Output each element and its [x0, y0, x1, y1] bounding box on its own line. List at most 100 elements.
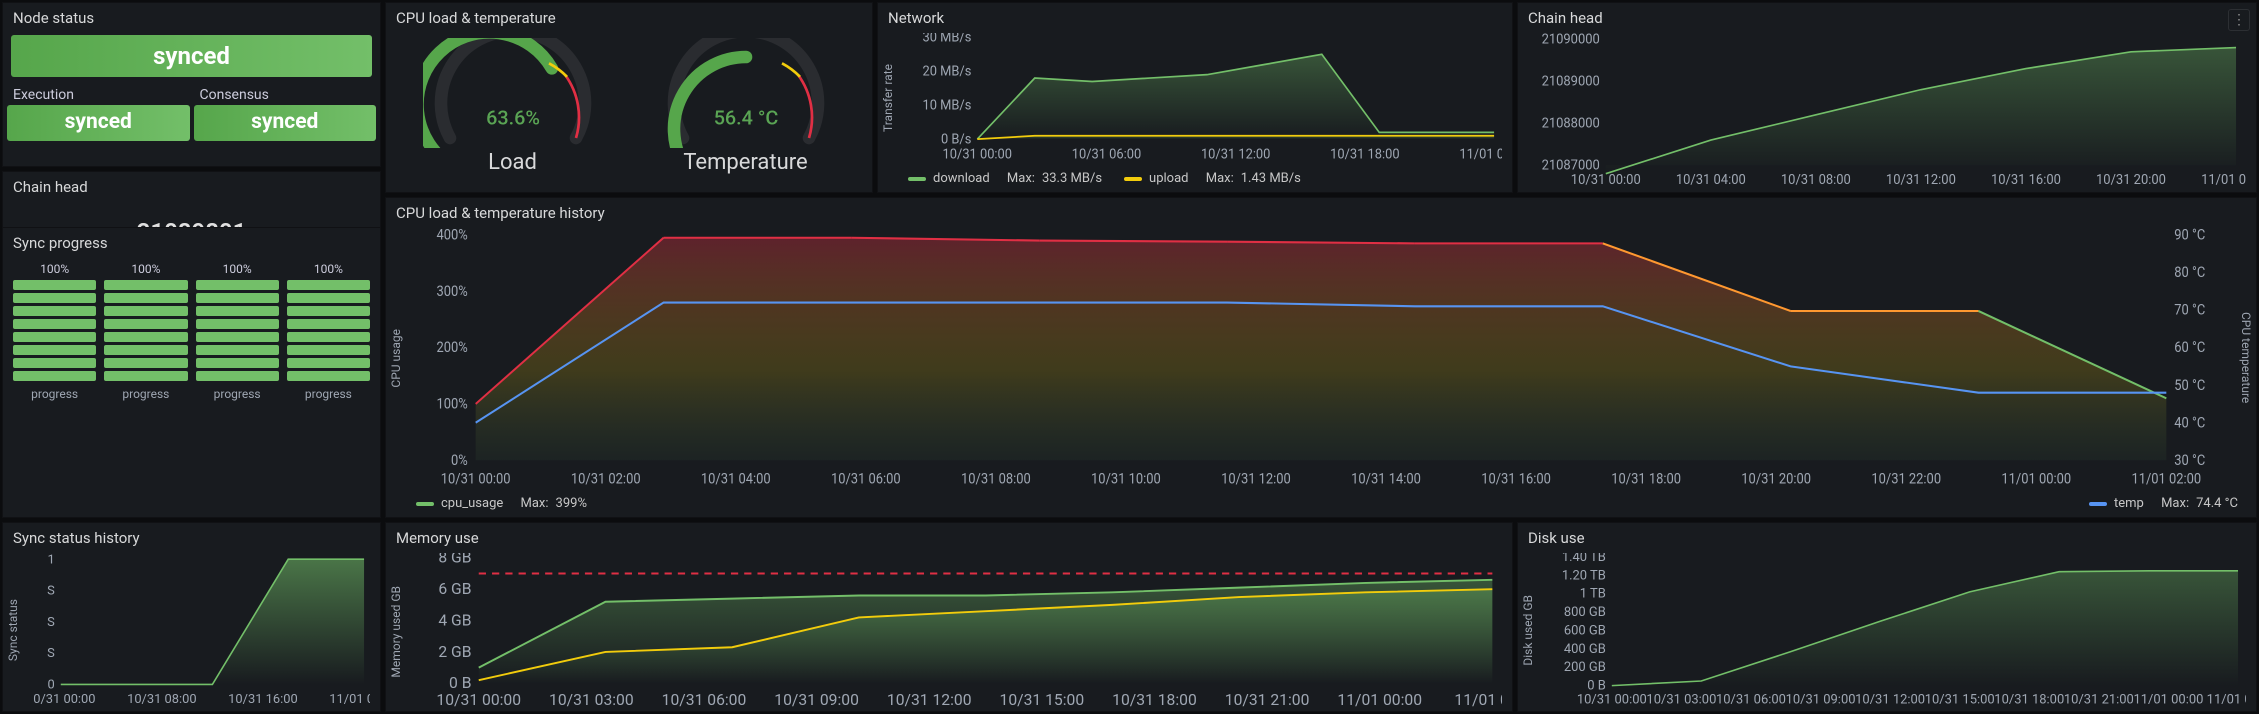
sync-label: progress — [196, 387, 279, 401]
svg-text:11/01 03:0: 11/01 03:0 — [2207, 693, 2246, 708]
sync-progress-grid: 100%progress100%progress100%progress100%… — [3, 254, 380, 401]
svg-text:2 GB: 2 GB — [438, 642, 471, 661]
panel-network: Network Transfer rate 30 MB/s20 MB/s10 M… — [877, 2, 1513, 193]
svg-text:90 °C: 90 °C — [2174, 228, 2205, 244]
sync-bar — [287, 319, 370, 329]
sync-bar — [104, 306, 187, 316]
svg-text:50 °C: 50 °C — [2174, 377, 2205, 394]
svg-text:6 GB: 6 GB — [438, 579, 471, 598]
svg-text:S: S — [47, 615, 55, 630]
sync-bar — [13, 371, 96, 381]
swatch-icon — [1124, 177, 1142, 181]
sync-bar — [196, 293, 279, 303]
sync-history-chart[interactable]: 1SSS010/31 00:0010/31 08:0010/31 16:0011… — [33, 553, 370, 707]
network-legend: download Max: 33.3 MB/s upload Max: 1.43… — [878, 167, 1512, 192]
chain-head-chart[interactable]: 2109000021089000210880002108700010/31 00… — [1528, 33, 2246, 188]
svg-text:11/01 00:00: 11/01 00:00 — [1337, 690, 1422, 709]
gauge-temp-value: 56.4 °C — [713, 107, 778, 130]
lg-download: download — [933, 171, 990, 186]
gauge-temp-caption: Temperature — [656, 150, 836, 175]
swatch-icon — [908, 177, 926, 181]
svg-text:60 °C: 60 °C — [2174, 339, 2205, 356]
svg-text:10/31 12:00: 10/31 12:00 — [887, 690, 972, 709]
memory-chart[interactable]: 8 GB6 GB4 GB2 GB0 B10/31 00:0010/31 03:0… — [416, 553, 1502, 710]
sync-bar — [287, 332, 370, 342]
sync-bar — [13, 345, 96, 355]
panel-title: Chain head — [1518, 3, 2256, 29]
sync-progress-col: 100% progress — [196, 262, 279, 401]
svg-text:0: 0 — [48, 677, 55, 692]
svg-text:10/31 22:00: 10/31 22:00 — [1871, 471, 1941, 488]
svg-text:40 °C: 40 °C — [2174, 414, 2205, 431]
svg-text:80 °C: 80 °C — [2174, 264, 2205, 281]
svg-text:10/31 21:00: 10/31 21:00 — [1225, 690, 1310, 709]
svg-text:10/31 18:00: 10/31 18:00 — [1994, 693, 2064, 708]
svg-text:10/31 04:00: 10/31 04:00 — [1676, 173, 1746, 188]
panel-chain-head-chart: ⋮ Chain head 210900002108900021088000210… — [1517, 2, 2257, 193]
svg-text:30 °C: 30 °C — [2174, 452, 2205, 469]
svg-text:200 GB: 200 GB — [1564, 660, 1606, 675]
panel-title: Sync progress — [3, 228, 380, 254]
panel-title: Sync status history — [3, 523, 380, 549]
sync-bar — [287, 371, 370, 381]
svg-text:10/31 03:00: 10/31 03:00 — [549, 690, 634, 709]
svg-text:10/31 06:00: 10/31 06:00 — [662, 690, 747, 709]
panel-title: Disk use — [1518, 523, 2256, 549]
sync-bar — [104, 332, 187, 342]
gauge-temperature: 56.4 °C Temperature — [656, 38, 836, 175]
svg-text:10/31 20:00: 10/31 20:00 — [2096, 173, 2166, 188]
svg-text:1.40 TB: 1.40 TB — [1562, 553, 1606, 565]
svg-text:11/01 00:00: 11/01 00:00 — [2133, 693, 2203, 708]
execution-label: Execution — [7, 83, 190, 105]
sync-bar — [196, 371, 279, 381]
svg-text:1.20 TB: 1.20 TB — [1562, 568, 1606, 583]
svg-text:10/31 00:00: 10/31 00:00 — [436, 690, 521, 709]
sync-pct: 100% — [287, 262, 370, 276]
y-axis-title: Sync status — [6, 599, 20, 661]
svg-text:10/31 00:00: 10/31 00:00 — [943, 146, 1012, 163]
svg-text:10/31 00:00: 10/31 00:00 — [441, 471, 511, 488]
svg-text:600 GB: 600 GB — [1564, 623, 1606, 638]
svg-text:10/31 15:00: 10/31 15:00 — [1000, 690, 1085, 709]
sync-bar — [13, 293, 96, 303]
svg-text:11/01 03:0: 11/01 03:0 — [1454, 690, 1502, 709]
svg-text:21088000: 21088000 — [1542, 116, 1600, 131]
y-axis-title-right: CPU temperature — [2239, 312, 2253, 403]
sync-bar — [104, 345, 187, 355]
sync-label: progress — [104, 387, 187, 401]
svg-text:300%: 300% — [436, 283, 467, 300]
disk-chart[interactable]: 1.40 TB1.20 TB1 TB800 GB600 GB400 GB200 … — [1548, 553, 2246, 708]
svg-text:11/01 00:00: 11/01 00:00 — [2201, 173, 2246, 188]
sync-bar — [196, 319, 279, 329]
gauge-load: 63.6% Load — [423, 38, 603, 175]
sync-bar — [196, 332, 279, 342]
svg-text:10/31 12:00: 10/31 12:00 — [1201, 146, 1270, 163]
svg-text:10/31 04:00: 10/31 04:00 — [701, 471, 771, 488]
gauge-load-caption: Load — [423, 150, 603, 175]
svg-text:10/31 09:00: 10/31 09:00 — [1786, 693, 1856, 708]
consensus-value: synced — [194, 105, 377, 141]
sync-bar — [287, 345, 370, 355]
svg-text:30 MB/s: 30 MB/s — [923, 33, 972, 46]
panel-sync-progress: Sync progress 100% progress 100% progress 10… — [2, 227, 381, 518]
svg-text:11/01 00:00: 11/01 00:00 — [329, 692, 370, 707]
svg-text:800 GB: 800 GB — [1564, 605, 1606, 620]
sync-bar — [196, 358, 279, 368]
sync-bar — [196, 306, 279, 316]
cpu-history-chart[interactable]: 400%300%200%100%0%90 °C80 °C70 °C60 °C50… — [416, 228, 2226, 488]
sync-pct: 100% — [104, 262, 187, 276]
sync-bar — [13, 332, 96, 342]
svg-text:10/31 18:00: 10/31 18:00 — [1611, 471, 1681, 488]
sync-pct: 100% — [196, 262, 279, 276]
sync-bar — [104, 358, 187, 368]
sync-bar — [104, 319, 187, 329]
y-axis-title: Disk used GB — [1521, 595, 1535, 666]
panel-menu-button[interactable]: ⋮ — [2228, 9, 2250, 31]
panel-title: Memory use — [386, 523, 1512, 549]
panel-sync-history: Sync status history Sync status 1SSS010/… — [2, 522, 381, 712]
sync-progress-col: 100%progress — [287, 262, 370, 401]
svg-text:10/31 09:00: 10/31 09:00 — [774, 690, 859, 709]
network-chart[interactable]: 30 MB/s20 MB/s10 MB/s0 B/s10/31 00:0010/… — [908, 33, 1502, 163]
cpu-legend-left: cpu_usage Max: 399% — [386, 492, 597, 517]
svg-text:10 MB/s: 10 MB/s — [923, 97, 972, 114]
